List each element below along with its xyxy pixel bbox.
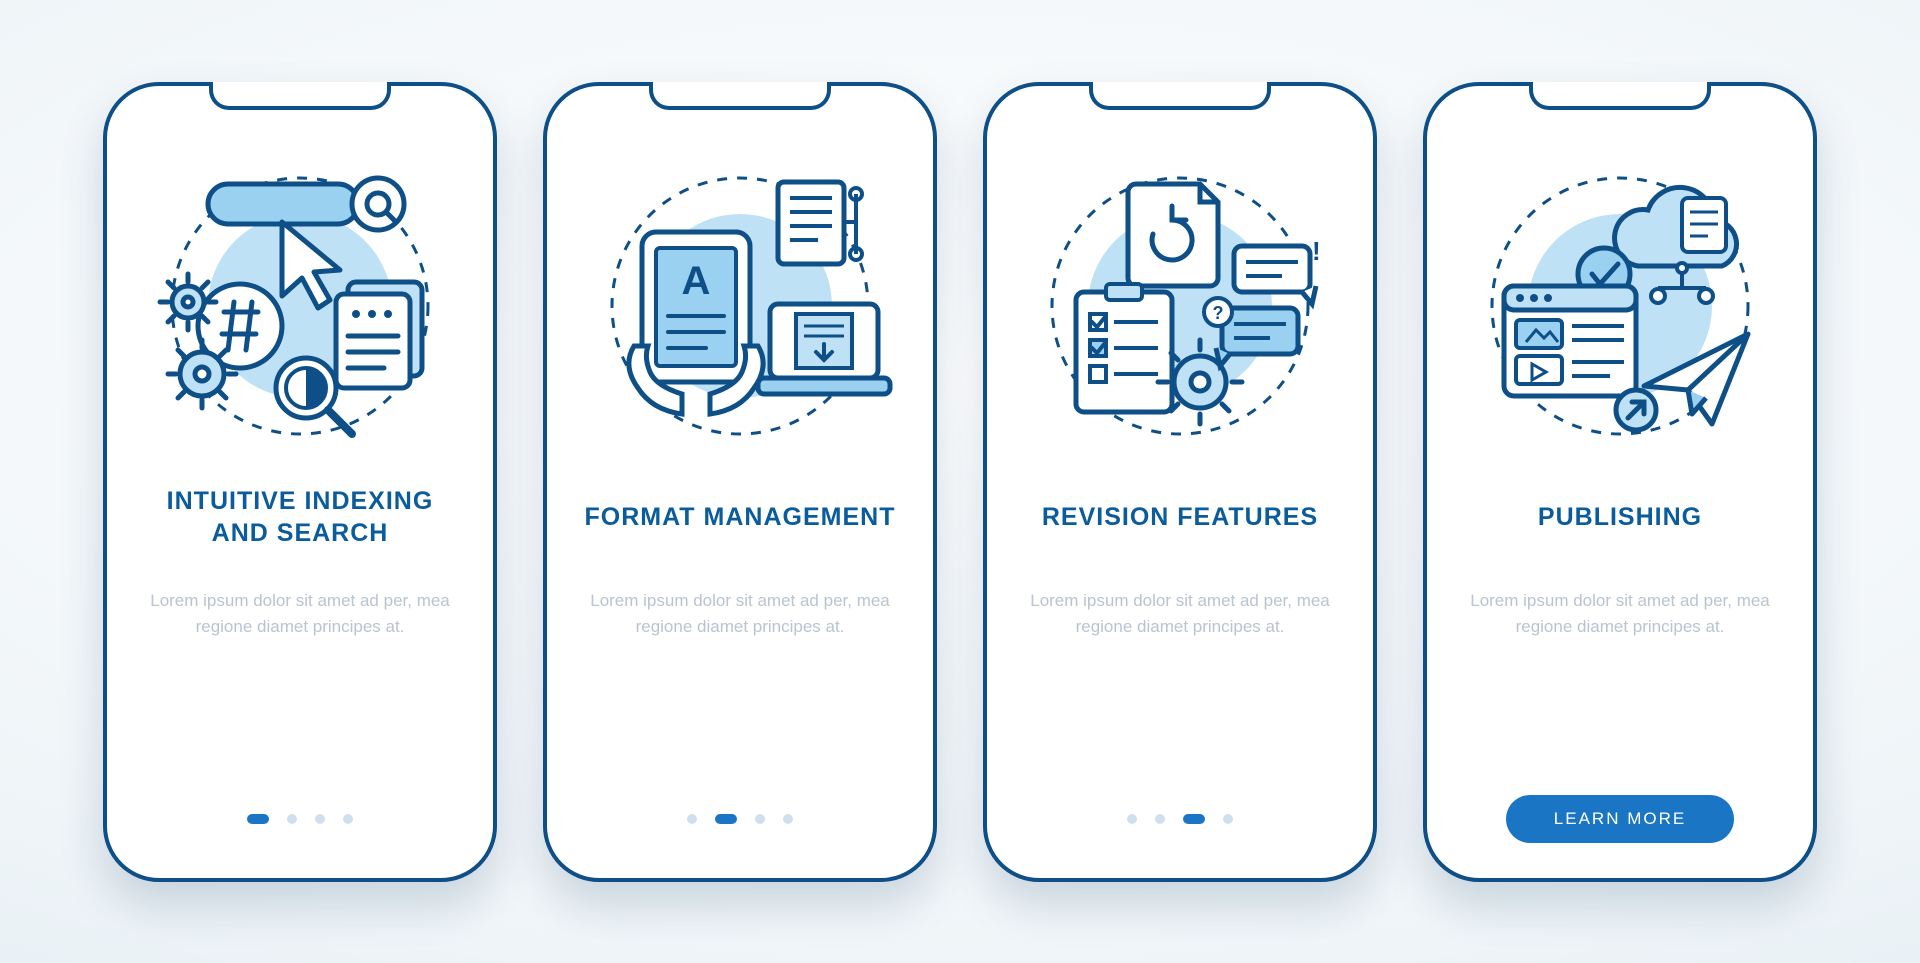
page-dot-4[interactable] [783,814,793,824]
screen-description: Lorem ipsum dolor sit amet ad per, mea r… [1030,588,1330,641]
cta-area: LEARN MORE [1457,794,1783,844]
page-dot-4[interactable] [1223,814,1233,824]
phone-mockup-4: PUBLISHING Lorem ipsum dolor sit amet ad… [1423,82,1817,882]
phone-notch [649,82,831,110]
pagination [577,794,903,844]
format-management-illustration: A [580,136,900,456]
page-dot-3[interactable] [755,814,765,824]
page-dot-1[interactable] [1127,814,1137,824]
page-dot-2[interactable] [715,814,737,824]
phone-mockup-1: INTUITIVE INDEXING AND SEARCH Lorem ipsu… [103,82,497,882]
page-dot-2[interactable] [1155,814,1165,824]
screen-title: FORMAT MANAGEMENT [585,484,896,552]
page-dot-3[interactable] [315,814,325,824]
screen-description: Lorem ipsum dolor sit amet ad per, mea r… [590,588,890,641]
screen-title: REVISION FEATURES [1042,484,1318,552]
phone-mockup-3: ! ? REVISION FEATURES Lorem ipsum dolor … [983,82,1377,882]
page-dot-4[interactable] [343,814,353,824]
phone-notch [1089,82,1271,110]
phone-mockup-2: A [543,82,937,882]
learn-more-button[interactable]: LEARN MORE [1506,795,1734,843]
pagination [137,794,463,844]
screen-title: PUBLISHING [1538,484,1702,552]
page-dot-2[interactable] [287,814,297,824]
page-dot-1[interactable] [247,814,269,824]
page-dot-3[interactable] [1183,814,1205,824]
svg-text:?: ? [1213,303,1224,323]
page-dot-1[interactable] [687,814,697,824]
revision-features-illustration: ! ? [1020,136,1340,456]
phone-notch [1529,82,1711,110]
screen-title: INTUITIVE INDEXING AND SEARCH [140,484,460,552]
svg-text:A: A [682,259,711,303]
publishing-illustration [1460,136,1780,456]
svg-text:!: ! [1312,236,1321,266]
phone-notch [209,82,391,110]
pagination [1017,794,1343,844]
screen-description: Lorem ipsum dolor sit amet ad per, mea r… [150,588,450,641]
screen-description: Lorem ipsum dolor sit amet ad per, mea r… [1470,588,1770,641]
onboarding-row: INTUITIVE INDEXING AND SEARCH Lorem ipsu… [103,82,1817,882]
indexing-search-illustration [140,136,460,456]
